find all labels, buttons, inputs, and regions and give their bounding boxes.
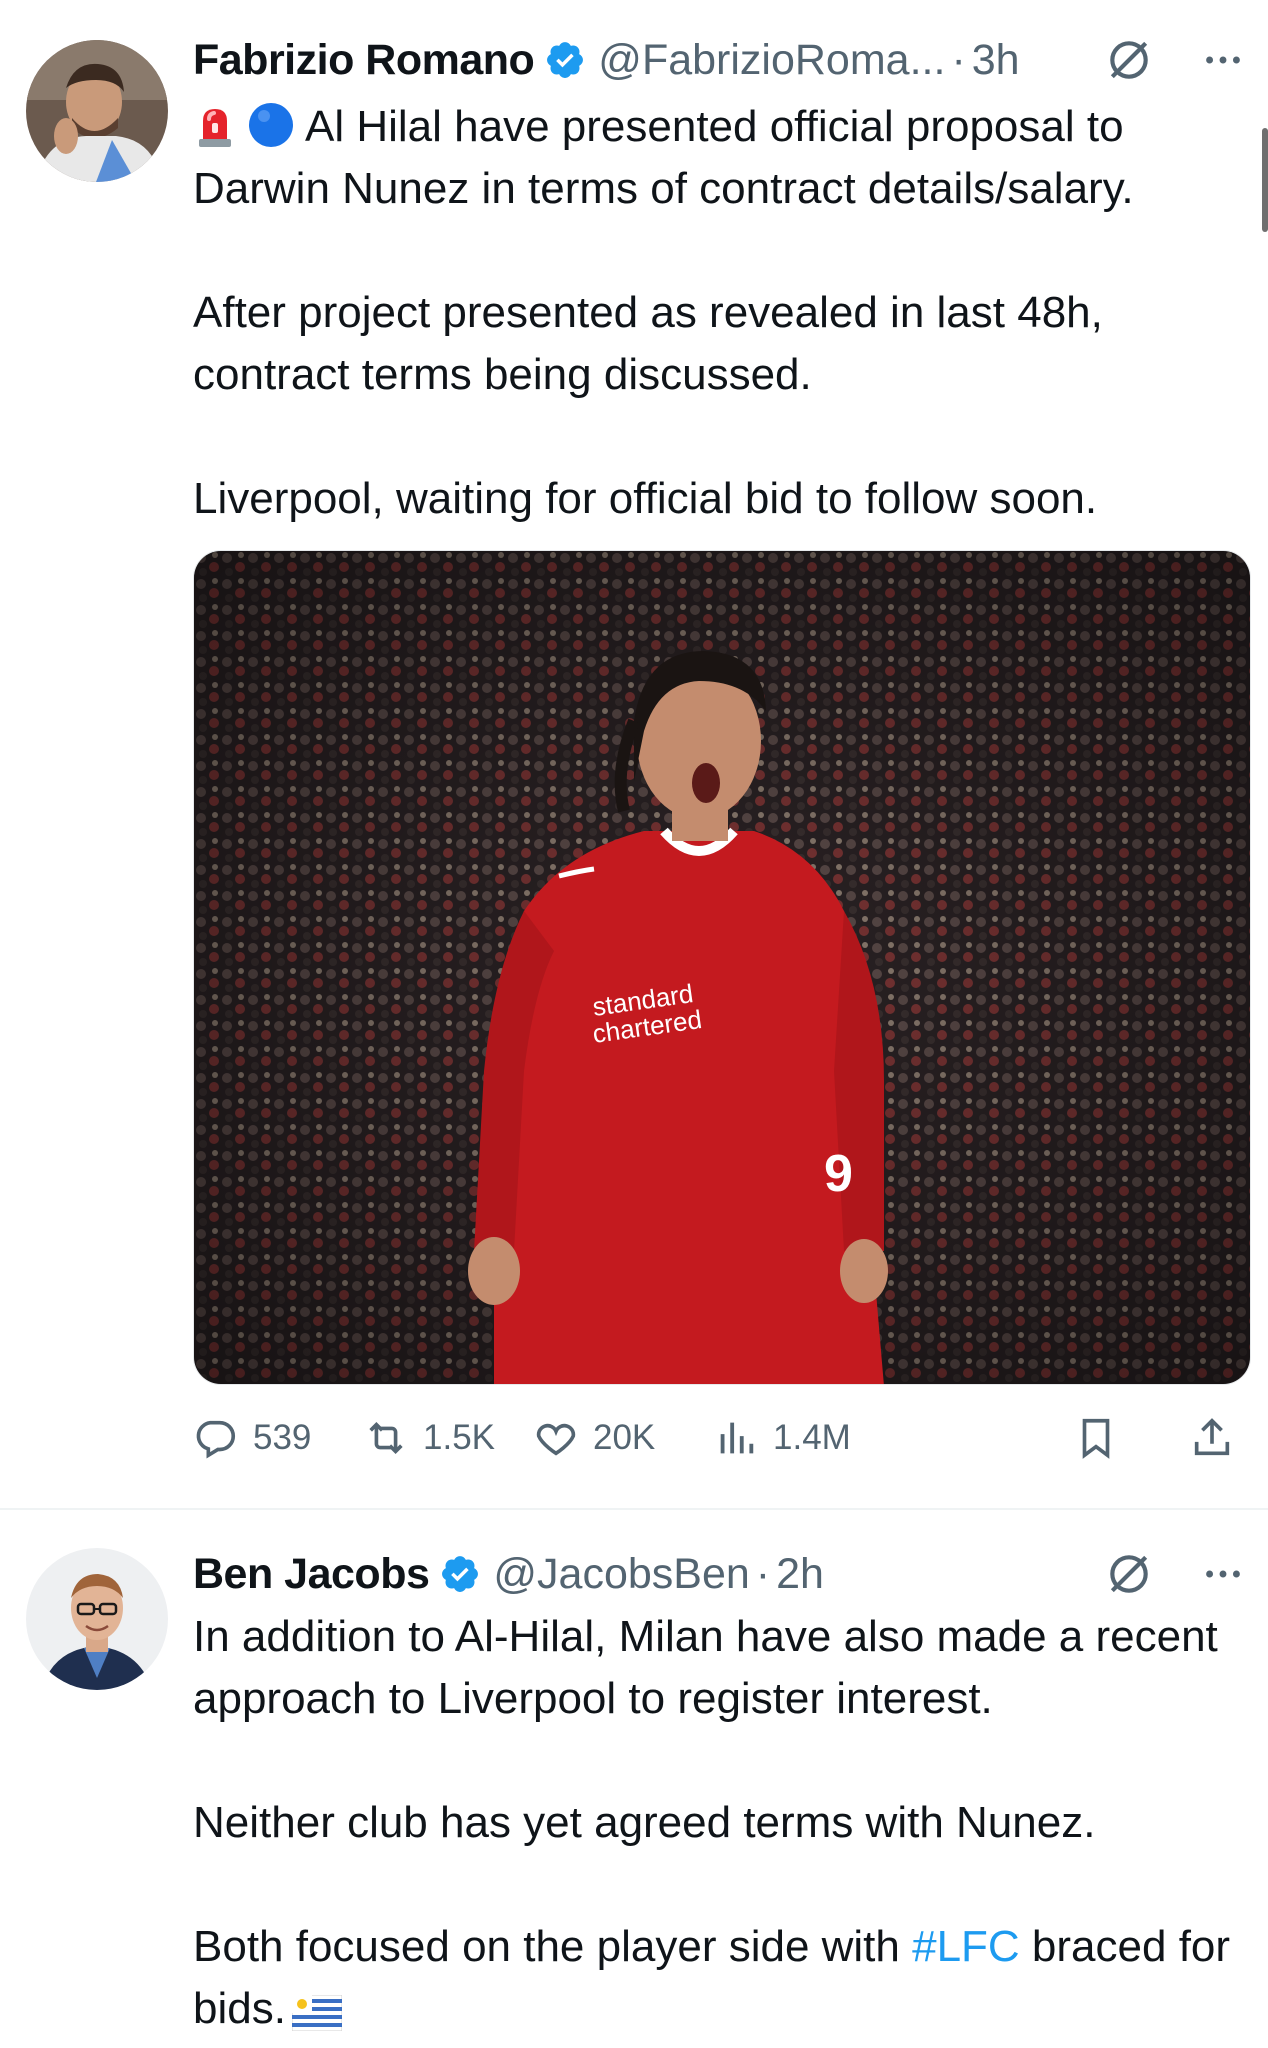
avatar-fabrizio-romano[interactable] bbox=[26, 40, 168, 182]
tweet-paragraph: After project presented as revealed in l… bbox=[193, 288, 1103, 399]
tweet-ben-jacobs[interactable]: Ben Jacobs @JacobsBen · 2h In addition t… bbox=[0, 1510, 1268, 2048]
header-separator: · bbox=[755, 1549, 771, 1598]
more-icon[interactable] bbox=[1200, 1551, 1246, 1597]
hashtag-link[interactable]: #LFC bbox=[912, 1922, 1020, 1971]
reply-count: 539 bbox=[253, 1418, 312, 1457]
like-icon bbox=[536, 1423, 576, 1456]
more-icon[interactable] bbox=[1200, 37, 1246, 83]
timestamp[interactable]: 2h bbox=[776, 1550, 824, 1599]
tweet-paragraph: Al Hilal have presented official proposa… bbox=[193, 96, 1248, 220]
author-name[interactable]: Ben Jacobs bbox=[193, 1550, 430, 1599]
verified-badge-icon bbox=[442, 1556, 479, 1592]
timestamp[interactable]: 3h bbox=[972, 36, 1020, 85]
tweet-header: Ben Jacobs @JacobsBen · 2h bbox=[193, 1548, 1258, 1600]
svg-text:9: 9 bbox=[824, 1145, 853, 1203]
siren-emoji bbox=[199, 109, 231, 147]
tweet-text-segment: Both focused on the player side with bbox=[193, 1922, 913, 1971]
verified-badge-icon bbox=[547, 42, 584, 78]
tweet-paragraph: Both focused on the player side with #LF… bbox=[193, 1916, 1248, 2040]
author-handle[interactable]: @FabrizioRoma... bbox=[598, 36, 945, 85]
tweet-text-line: Al Hilal have presented official proposa… bbox=[193, 102, 1134, 213]
views-button[interactable]: 1.4M bbox=[713, 1408, 851, 1468]
tweet-text: In addition to Al-Hilal, Milan have also… bbox=[193, 1606, 1248, 2048]
tweet-text: Al Hilal have presented official proposa… bbox=[193, 96, 1248, 592]
views-icon bbox=[720, 1422, 754, 1454]
repost-button[interactable]: 1.5K bbox=[363, 1408, 495, 1468]
like-count: 20K bbox=[593, 1418, 656, 1457]
tweet-paragraph: Neither club has yet agreed terms with N… bbox=[193, 1798, 1096, 1847]
tweet-fabrizio-romano[interactable]: Fabrizio Romano @FabrizioRoma... · 3h Al… bbox=[0, 0, 1268, 1510]
views-count: 1.4M bbox=[773, 1418, 851, 1457]
like-button[interactable]: 20K bbox=[533, 1408, 655, 1468]
author-handle[interactable]: @JacobsBen bbox=[493, 1550, 749, 1599]
avatar-ben-jacobs[interactable] bbox=[26, 1548, 168, 1690]
tweet-actions: 539 1.5K 20K 1.4M bbox=[193, 1408, 1253, 1468]
grok-icon[interactable] bbox=[1104, 1549, 1154, 1599]
uruguay-flag-emoji bbox=[291, 1995, 342, 2031]
tweet-media-image[interactable]: standard chartered 9 bbox=[193, 550, 1251, 1385]
share-icon bbox=[1194, 1418, 1230, 1456]
share-button[interactable] bbox=[1189, 1408, 1249, 1468]
tweet-header: Fabrizio Romano @FabrizioRoma... · 3h bbox=[193, 34, 1258, 86]
header-separator: · bbox=[951, 35, 966, 84]
repost-icon bbox=[369, 1422, 403, 1454]
reply-icon bbox=[196, 1420, 236, 1459]
bookmark-icon bbox=[1082, 1418, 1110, 1459]
tweet-paragraph: In addition to Al-Hilal, Milan have also… bbox=[193, 1612, 1218, 1723]
bookmark-button[interactable] bbox=[1073, 1408, 1133, 1468]
repost-count: 1.5K bbox=[423, 1418, 495, 1457]
tweet-paragraph: Liverpool, waiting for official bid to f… bbox=[193, 474, 1098, 523]
grok-icon[interactable] bbox=[1104, 35, 1154, 85]
blue-circle-emoji bbox=[249, 103, 293, 147]
scrollbar[interactable] bbox=[1262, 128, 1268, 232]
author-name[interactable]: Fabrizio Romano bbox=[193, 36, 535, 85]
reply-button[interactable]: 539 bbox=[193, 1408, 311, 1468]
